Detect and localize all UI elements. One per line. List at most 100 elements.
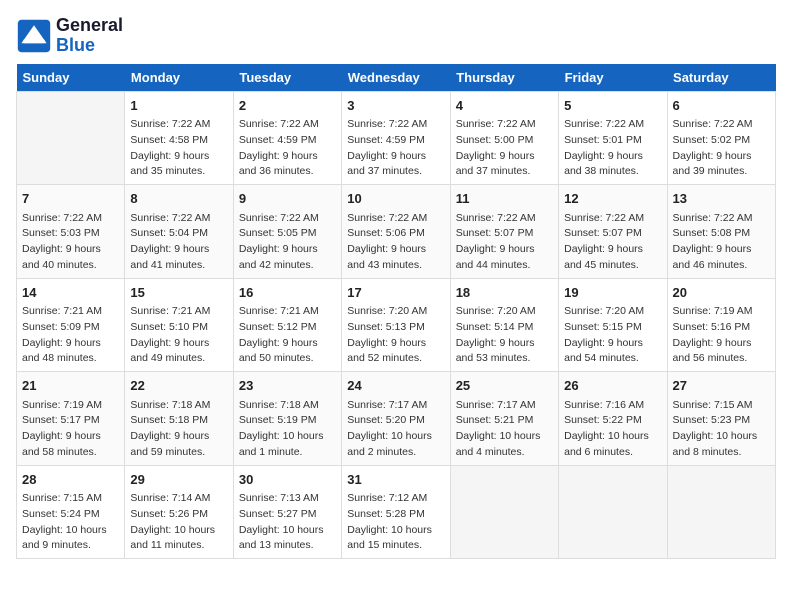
day-info: Sunrise: 7:14 AM Sunset: 5:26 PM Dayligh… — [130, 491, 227, 554]
day-info: Sunrise: 7:21 AM Sunset: 5:12 PM Dayligh… — [239, 304, 336, 367]
day-number: 9 — [239, 189, 336, 209]
calendar-day-cell: 26Sunrise: 7:16 AM Sunset: 5:22 PM Dayli… — [559, 372, 667, 466]
calendar-day-cell: 6Sunrise: 7:22 AM Sunset: 5:02 PM Daylig… — [667, 91, 775, 185]
day-info: Sunrise: 7:19 AM Sunset: 5:17 PM Dayligh… — [22, 398, 119, 461]
day-number: 10 — [347, 189, 444, 209]
calendar-day-cell: 14Sunrise: 7:21 AM Sunset: 5:09 PM Dayli… — [17, 278, 125, 372]
calendar-week-row: 21Sunrise: 7:19 AM Sunset: 5:17 PM Dayli… — [17, 372, 776, 466]
calendar-day-cell: 29Sunrise: 7:14 AM Sunset: 5:26 PM Dayli… — [125, 465, 233, 559]
day-info: Sunrise: 7:22 AM Sunset: 5:05 PM Dayligh… — [239, 211, 336, 274]
calendar-day-cell: 27Sunrise: 7:15 AM Sunset: 5:23 PM Dayli… — [667, 372, 775, 466]
calendar-day-cell: 20Sunrise: 7:19 AM Sunset: 5:16 PM Dayli… — [667, 278, 775, 372]
weekday-header-saturday: Saturday — [667, 64, 775, 92]
calendar-day-cell: 19Sunrise: 7:20 AM Sunset: 5:15 PM Dayli… — [559, 278, 667, 372]
weekday-header-wednesday: Wednesday — [342, 64, 450, 92]
calendar-day-cell: 23Sunrise: 7:18 AM Sunset: 5:19 PM Dayli… — [233, 372, 341, 466]
calendar-day-cell: 21Sunrise: 7:19 AM Sunset: 5:17 PM Dayli… — [17, 372, 125, 466]
day-number: 23 — [239, 376, 336, 396]
day-number: 19 — [564, 283, 661, 303]
day-number: 31 — [347, 470, 444, 490]
day-number: 24 — [347, 376, 444, 396]
day-number: 26 — [564, 376, 661, 396]
day-number: 1 — [130, 96, 227, 116]
calendar-day-cell: 31Sunrise: 7:12 AM Sunset: 5:28 PM Dayli… — [342, 465, 450, 559]
weekday-header-friday: Friday — [559, 64, 667, 92]
day-number: 5 — [564, 96, 661, 116]
day-info: Sunrise: 7:22 AM Sunset: 5:07 PM Dayligh… — [564, 211, 661, 274]
day-info: Sunrise: 7:20 AM Sunset: 5:13 PM Dayligh… — [347, 304, 444, 367]
day-info: Sunrise: 7:22 AM Sunset: 5:02 PM Dayligh… — [673, 117, 770, 180]
calendar-day-cell: 13Sunrise: 7:22 AM Sunset: 5:08 PM Dayli… — [667, 185, 775, 279]
calendar-day-cell — [667, 465, 775, 559]
day-info: Sunrise: 7:21 AM Sunset: 5:10 PM Dayligh… — [130, 304, 227, 367]
calendar-day-cell — [17, 91, 125, 185]
day-number: 30 — [239, 470, 336, 490]
day-number: 22 — [130, 376, 227, 396]
day-number: 2 — [239, 96, 336, 116]
day-info: Sunrise: 7:22 AM Sunset: 4:58 PM Dayligh… — [130, 117, 227, 180]
day-info: Sunrise: 7:15 AM Sunset: 5:24 PM Dayligh… — [22, 491, 119, 554]
calendar-day-cell: 11Sunrise: 7:22 AM Sunset: 5:07 PM Dayli… — [450, 185, 558, 279]
logo: General Blue — [16, 16, 123, 56]
calendar-day-cell: 22Sunrise: 7:18 AM Sunset: 5:18 PM Dayli… — [125, 372, 233, 466]
weekday-header-thursday: Thursday — [450, 64, 558, 92]
day-info: Sunrise: 7:21 AM Sunset: 5:09 PM Dayligh… — [22, 304, 119, 367]
calendar-table: SundayMondayTuesdayWednesdayThursdayFrid… — [16, 64, 776, 560]
day-info: Sunrise: 7:13 AM Sunset: 5:27 PM Dayligh… — [239, 491, 336, 554]
day-info: Sunrise: 7:22 AM Sunset: 4:59 PM Dayligh… — [347, 117, 444, 180]
calendar-day-cell: 17Sunrise: 7:20 AM Sunset: 5:13 PM Dayli… — [342, 278, 450, 372]
day-info: Sunrise: 7:16 AM Sunset: 5:22 PM Dayligh… — [564, 398, 661, 461]
calendar-day-cell: 4Sunrise: 7:22 AM Sunset: 5:00 PM Daylig… — [450, 91, 558, 185]
weekday-header-monday: Monday — [125, 64, 233, 92]
day-info: Sunrise: 7:20 AM Sunset: 5:14 PM Dayligh… — [456, 304, 553, 367]
logo-icon — [16, 18, 52, 54]
day-number: 14 — [22, 283, 119, 303]
logo-text: General Blue — [56, 16, 123, 56]
day-number: 27 — [673, 376, 770, 396]
calendar-day-cell — [450, 465, 558, 559]
calendar-day-cell: 28Sunrise: 7:15 AM Sunset: 5:24 PM Dayli… — [17, 465, 125, 559]
calendar-week-row: 7Sunrise: 7:22 AM Sunset: 5:03 PM Daylig… — [17, 185, 776, 279]
day-info: Sunrise: 7:19 AM Sunset: 5:16 PM Dayligh… — [673, 304, 770, 367]
calendar-day-cell: 1Sunrise: 7:22 AM Sunset: 4:58 PM Daylig… — [125, 91, 233, 185]
calendar-day-cell: 5Sunrise: 7:22 AM Sunset: 5:01 PM Daylig… — [559, 91, 667, 185]
day-info: Sunrise: 7:22 AM Sunset: 5:03 PM Dayligh… — [22, 211, 119, 274]
day-number: 4 — [456, 96, 553, 116]
day-number: 17 — [347, 283, 444, 303]
calendar-week-row: 14Sunrise: 7:21 AM Sunset: 5:09 PM Dayli… — [17, 278, 776, 372]
day-number: 11 — [456, 189, 553, 209]
day-info: Sunrise: 7:18 AM Sunset: 5:18 PM Dayligh… — [130, 398, 227, 461]
day-number: 3 — [347, 96, 444, 116]
calendar-day-cell: 16Sunrise: 7:21 AM Sunset: 5:12 PM Dayli… — [233, 278, 341, 372]
weekday-header-sunday: Sunday — [17, 64, 125, 92]
day-number: 13 — [673, 189, 770, 209]
weekday-header-tuesday: Tuesday — [233, 64, 341, 92]
day-number: 6 — [673, 96, 770, 116]
calendar-day-cell — [559, 465, 667, 559]
calendar-day-cell: 9Sunrise: 7:22 AM Sunset: 5:05 PM Daylig… — [233, 185, 341, 279]
day-number: 28 — [22, 470, 119, 490]
calendar-day-cell: 2Sunrise: 7:22 AM Sunset: 4:59 PM Daylig… — [233, 91, 341, 185]
day-info: Sunrise: 7:22 AM Sunset: 5:07 PM Dayligh… — [456, 211, 553, 274]
day-number: 29 — [130, 470, 227, 490]
day-info: Sunrise: 7:22 AM Sunset: 5:00 PM Dayligh… — [456, 117, 553, 180]
calendar-day-cell: 30Sunrise: 7:13 AM Sunset: 5:27 PM Dayli… — [233, 465, 341, 559]
day-number: 18 — [456, 283, 553, 303]
calendar-day-cell: 24Sunrise: 7:17 AM Sunset: 5:20 PM Dayli… — [342, 372, 450, 466]
day-number: 16 — [239, 283, 336, 303]
day-number: 7 — [22, 189, 119, 209]
calendar-day-cell: 18Sunrise: 7:20 AM Sunset: 5:14 PM Dayli… — [450, 278, 558, 372]
day-info: Sunrise: 7:22 AM Sunset: 5:08 PM Dayligh… — [673, 211, 770, 274]
page-header: General Blue — [16, 16, 776, 56]
day-info: Sunrise: 7:15 AM Sunset: 5:23 PM Dayligh… — [673, 398, 770, 461]
day-number: 25 — [456, 376, 553, 396]
day-info: Sunrise: 7:22 AM Sunset: 5:04 PM Dayligh… — [130, 211, 227, 274]
calendar-day-cell: 15Sunrise: 7:21 AM Sunset: 5:10 PM Dayli… — [125, 278, 233, 372]
day-info: Sunrise: 7:22 AM Sunset: 5:06 PM Dayligh… — [347, 211, 444, 274]
day-info: Sunrise: 7:17 AM Sunset: 5:20 PM Dayligh… — [347, 398, 444, 461]
day-number: 20 — [673, 283, 770, 303]
weekday-header-row: SundayMondayTuesdayWednesdayThursdayFrid… — [17, 64, 776, 92]
calendar-day-cell: 25Sunrise: 7:17 AM Sunset: 5:21 PM Dayli… — [450, 372, 558, 466]
calendar-day-cell: 3Sunrise: 7:22 AM Sunset: 4:59 PM Daylig… — [342, 91, 450, 185]
calendar-day-cell: 12Sunrise: 7:22 AM Sunset: 5:07 PM Dayli… — [559, 185, 667, 279]
